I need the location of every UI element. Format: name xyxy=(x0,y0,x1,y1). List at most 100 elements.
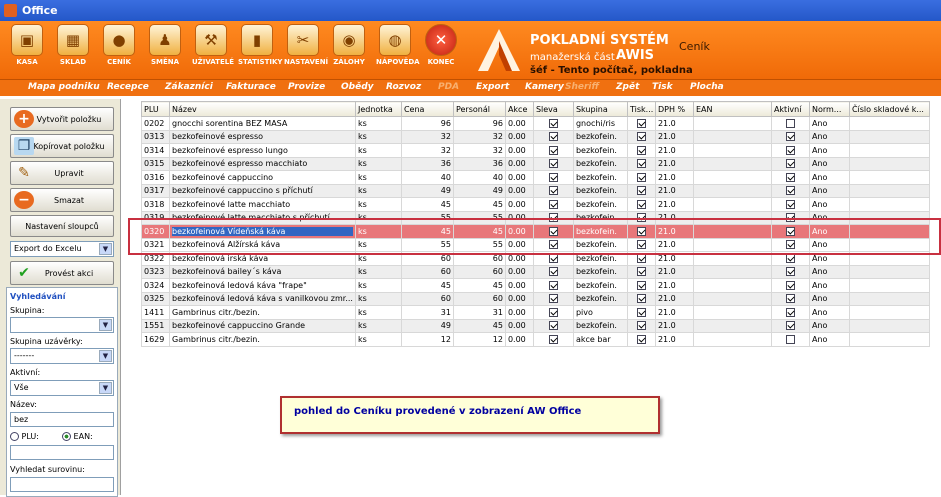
copy-item-button[interactable]: ❐ Kopírovat položku xyxy=(10,134,114,158)
checkbox[interactable] xyxy=(548,334,558,344)
checkbox[interactable] xyxy=(785,240,795,250)
column-header[interactable]: Název xyxy=(169,101,356,117)
checkbox[interactable] xyxy=(548,253,558,263)
toolbar-users-button[interactable]: ⚒ UŽIVATELÉ xyxy=(192,24,234,66)
group-select[interactable]: ▼ xyxy=(10,317,114,333)
checkbox[interactable] xyxy=(548,172,558,182)
checkbox[interactable] xyxy=(548,118,558,128)
column-header[interactable]: Skupina xyxy=(572,101,628,117)
checkbox[interactable] xyxy=(548,280,558,290)
edit-item-button[interactable]: ✎ Upravit xyxy=(10,161,114,185)
checkbox[interactable] xyxy=(548,199,558,209)
checkbox[interactable] xyxy=(636,280,646,290)
menu-item[interactable]: Recepce xyxy=(107,82,149,92)
menu-item[interactable]: Obědy xyxy=(341,82,374,92)
checkbox[interactable] xyxy=(785,199,795,209)
checkbox[interactable] xyxy=(785,280,795,290)
checkbox[interactable] xyxy=(785,213,795,223)
run-action-button[interactable]: ✔ Provést akci xyxy=(10,261,114,285)
checkbox[interactable] xyxy=(636,226,646,236)
closure-group-select[interactable]: ------- ▼ xyxy=(10,348,114,364)
checkbox[interactable] xyxy=(548,321,558,331)
menu-item[interactable]: Provize xyxy=(288,82,325,92)
checkbox[interactable] xyxy=(636,307,646,317)
checkbox[interactable] xyxy=(636,267,646,277)
menu-item[interactable]: Rozvoz xyxy=(386,82,421,92)
checkbox[interactable] xyxy=(548,132,558,142)
toolbar-cash-register-button[interactable]: ▣ KASA xyxy=(8,24,46,66)
toolbar-price-list-button[interactable]: ● CENÍK xyxy=(100,24,138,66)
table-row[interactable]: 1629 Gambrinus citr./bezin. ks 12 12 0.00 akce… xyxy=(141,332,930,347)
table-row[interactable]: 0318 bezkofeinové latte macchiato ks 45 45 0.… xyxy=(141,197,930,212)
active-select[interactable]: Vše ▼ xyxy=(10,380,114,396)
table-row[interactable]: 0202 gnocchi sorentina BEZ MASA ks 96 96 0.00… xyxy=(141,116,930,131)
table-row[interactable]: 0323 bezkofeinová bailey´s káva ks 60 60 0.00… xyxy=(141,264,930,279)
checkbox[interactable] xyxy=(636,321,646,331)
ean-radio[interactable]: EAN: xyxy=(62,432,93,441)
table-row[interactable]: 0317 bezkofeinové cappuccino s příchutí ks… xyxy=(141,183,930,198)
table-row[interactable]: 0315 bezkofeinové espresso macchiato ks 36 3… xyxy=(141,156,930,171)
checkbox[interactable] xyxy=(785,307,795,317)
table-row[interactable]: 0321 bezkofeinová Alžírská káva ks 55 55 0.00… xyxy=(141,237,930,252)
column-header[interactable]: DPH % xyxy=(654,101,694,117)
checkbox[interactable] xyxy=(636,294,646,304)
checkbox[interactable] xyxy=(636,334,646,344)
toolbar-backup-disc-button[interactable]: ◉ ZÁLOHY xyxy=(330,24,368,66)
checkbox[interactable] xyxy=(548,226,558,236)
plu-radio[interactable]: PLU: xyxy=(10,432,39,441)
table-row[interactable]: 0322 bezkofeinová irská káva ks 60 60 0.00 bez… xyxy=(141,251,930,266)
menu-item[interactable]: Export xyxy=(476,82,509,92)
checkbox[interactable] xyxy=(636,186,646,196)
checkbox[interactable] xyxy=(636,240,646,250)
column-header[interactable]: Akce xyxy=(504,101,534,117)
column-settings-button[interactable]: Nastavení sloupců xyxy=(10,215,114,237)
checkbox[interactable] xyxy=(785,294,795,304)
checkbox[interactable] xyxy=(785,226,795,236)
table-row[interactable]: 0320 bezkofeinová Vídeňská káva ks 45 45 0.00… xyxy=(141,224,930,239)
checkbox[interactable] xyxy=(785,159,795,169)
column-header[interactable]: EAN xyxy=(692,101,772,117)
checkbox[interactable] xyxy=(548,294,558,304)
toolbar-shift-button[interactable]: ♟ SMĚNA xyxy=(146,24,184,66)
menu-item[interactable]: Sheriff xyxy=(565,82,599,92)
code-input[interactable] xyxy=(10,445,114,460)
delete-item-button[interactable]: − Smazat xyxy=(10,188,114,212)
checkbox[interactable] xyxy=(785,334,795,344)
checkbox[interactable] xyxy=(548,240,558,250)
toolbar-settings-button[interactable]: ✂ NASTAVENÍ xyxy=(284,24,328,66)
table-row[interactable]: 0314 bezkofeinové espresso lungo ks 32 32 0.0… xyxy=(141,143,930,158)
column-header[interactable]: Číslo skladové k... xyxy=(848,101,930,117)
table-row[interactable]: 0324 bezkofeinová ledová káva "frape" ks 45… xyxy=(141,278,930,293)
checkbox[interactable] xyxy=(785,172,795,182)
name-input[interactable]: bez xyxy=(10,412,114,427)
checkbox[interactable] xyxy=(636,213,646,223)
checkbox[interactable] xyxy=(785,253,795,263)
material-input[interactable] xyxy=(10,477,114,492)
menu-item[interactable]: PDA xyxy=(438,82,459,92)
checkbox[interactable] xyxy=(548,145,558,155)
checkbox[interactable] xyxy=(785,132,795,142)
checkbox[interactable] xyxy=(548,159,558,169)
checkbox[interactable] xyxy=(785,186,795,196)
create-item-button[interactable]: + Vytvořit položku xyxy=(10,107,114,131)
column-header[interactable]: PLU xyxy=(141,101,170,117)
checkbox[interactable] xyxy=(636,132,646,142)
toolbar-exit-button[interactable]: ✕ KONEC xyxy=(422,24,460,66)
checkbox[interactable] xyxy=(548,267,558,277)
table-row[interactable]: 1551 bezkofeinové cappuccino Grande ks 49 45… xyxy=(141,318,930,333)
menu-item[interactable]: Tisk xyxy=(652,82,673,92)
menu-item[interactable]: Plocha xyxy=(690,82,724,92)
table-row[interactable]: 0319 bezkofeinové latte macchiato s přích… xyxy=(141,210,930,225)
table-row[interactable]: 1411 Gambrinus citr./bezin. ks 31 31 0.00 pivo… xyxy=(141,305,930,320)
menu-item[interactable]: Zákazníci xyxy=(165,82,213,92)
menu-item[interactable]: Kamery xyxy=(525,82,564,92)
column-header[interactable]: Jednotka xyxy=(354,101,402,117)
column-header[interactable]: Norm... xyxy=(808,101,850,117)
toolbar-statistics-button[interactable]: ▮ STATISTIKY xyxy=(238,24,282,66)
column-header[interactable]: Cena xyxy=(400,101,454,117)
table-row[interactable]: 0313 bezkofeinové espresso ks 32 32 0.00 bezko… xyxy=(141,129,930,144)
column-header[interactable]: Aktivní xyxy=(770,101,810,117)
checkbox[interactable] xyxy=(636,159,646,169)
checkbox[interactable] xyxy=(636,199,646,209)
checkbox[interactable] xyxy=(785,267,795,277)
